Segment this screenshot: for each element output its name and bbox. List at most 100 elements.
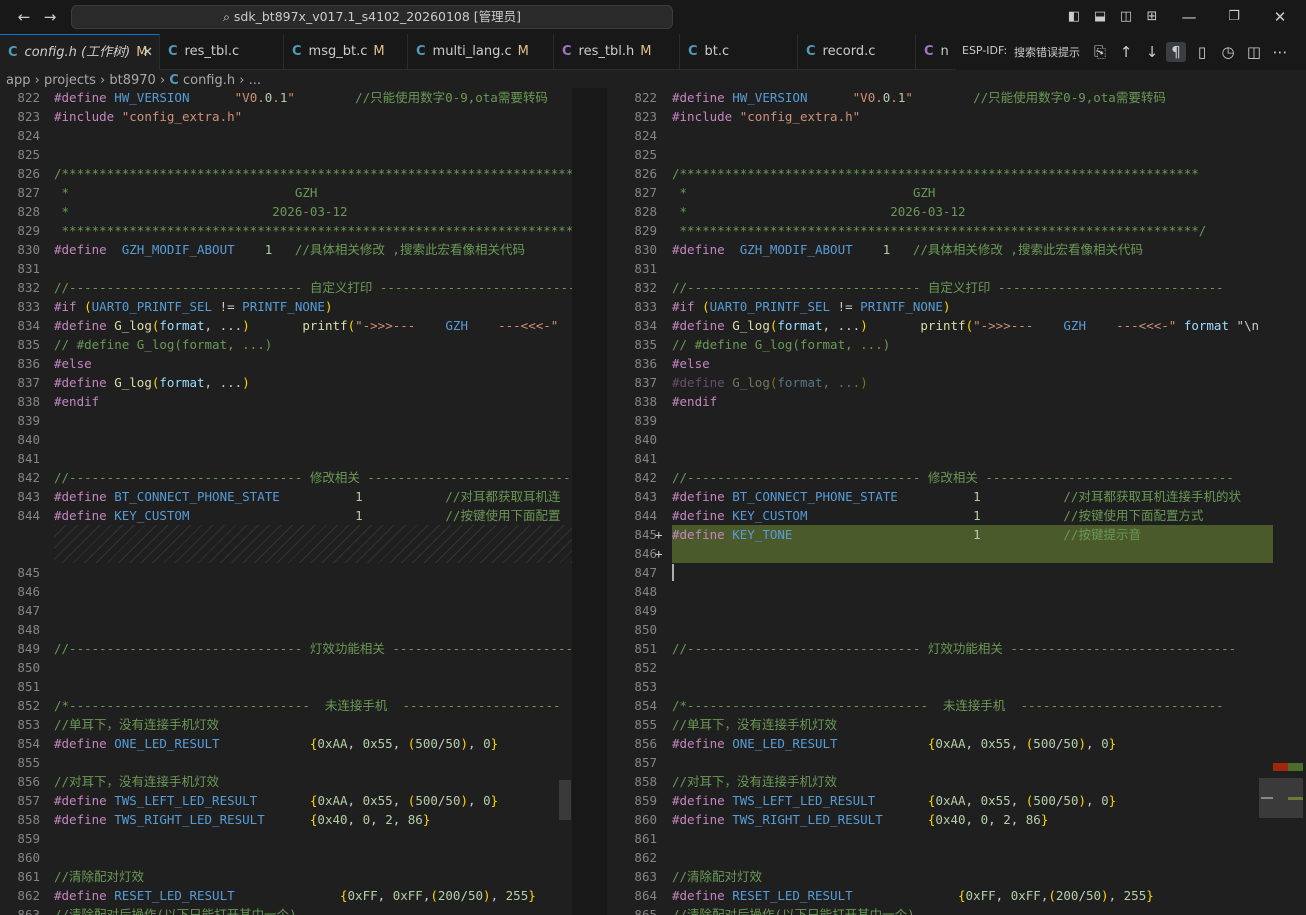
split-editor-icon[interactable]: ◫ bbox=[1244, 42, 1264, 62]
left-scrollbar-thumb[interactable] bbox=[559, 780, 571, 820]
code-line[interactable]: #define BT_CONNECT_PHONE_STATE 1 //对耳都获取… bbox=[672, 487, 1241, 506]
code-line[interactable]: //单耳下，没有连接手机灯效 bbox=[54, 715, 219, 734]
code-line[interactable]: #define KEY_CUSTOM 1 //按键使用下面配置方式 bbox=[672, 506, 1203, 525]
toggle-primary-sidebar-icon[interactable]: ◧ bbox=[1064, 7, 1084, 27]
close-window-button[interactable]: ✕ bbox=[1270, 7, 1290, 27]
line-number: 834 bbox=[634, 318, 657, 333]
breadcrumb-symbols[interactable]: ... bbox=[249, 73, 261, 88]
line-number: 860 bbox=[17, 850, 40, 865]
code-line[interactable]: #include "config_extra.h" bbox=[54, 107, 242, 126]
tab-label: record.c bbox=[822, 44, 876, 59]
code-line[interactable]: #define TWS_LEFT_LED_RESULT {0xAA, 0x55,… bbox=[672, 791, 1116, 810]
code-line[interactable]: #define KEY_TONE 1 //按键提示音 bbox=[672, 525, 1141, 544]
tab-res-tbl-h[interactable]: Cres_tbl.h M bbox=[554, 34, 680, 70]
code-line[interactable]: #define G_log(format, ...) printf("->>>-… bbox=[672, 316, 1259, 335]
code-line[interactable]: #define BT_CONNECT_PHONE_STATE 1 //对耳都获取… bbox=[54, 487, 560, 506]
code-line[interactable]: #define ONE_LED_RESULT {0xAA, 0x55, (500… bbox=[54, 734, 498, 753]
command-center-search[interactable]: ⌕ sdk_bt897x_v017.1_s4102_20260108 [管理员] bbox=[71, 5, 673, 29]
code-line[interactable]: #define G_log(format, ...) printf("->>>-… bbox=[54, 316, 558, 335]
tab-record-c[interactable]: Crecord.c bbox=[798, 34, 916, 70]
code-line[interactable]: #endif bbox=[54, 392, 99, 411]
code-line[interactable]: ****************************************… bbox=[672, 221, 1207, 240]
code-line[interactable]: #define KEY_CUSTOM 1 //按键使用下面配置 bbox=[54, 506, 560, 525]
code-line[interactable]: /*-------------------------------- 未连接手机… bbox=[54, 696, 561, 715]
previous-change-icon[interactable]: ↑ bbox=[1116, 42, 1136, 62]
overview-ruler[interactable] bbox=[1259, 88, 1306, 915]
back-arrow-icon[interactable]: ← bbox=[14, 7, 34, 27]
code-line[interactable]: #define GZH_MODIF_ABOUT 1 //具体相关修改 ,搜索此宏… bbox=[672, 240, 1143, 259]
diff-original-pane[interactable]: 822 #define HW_VERSION "V0.0.1" //只能使用数字0… bbox=[0, 88, 572, 915]
c-file-icon: C bbox=[292, 44, 302, 59]
code-line[interactable]: //清除配对后操作(以下只能打开其中一个) bbox=[54, 905, 297, 915]
code-line[interactable]: /***************************************… bbox=[54, 164, 572, 183]
tab-multi-lang-c[interactable]: Cmulti_lang.c M bbox=[408, 34, 554, 70]
code-line[interactable]: #define GZH_MODIF_ABOUT 1 //具体相关修改 ,搜索此宏… bbox=[54, 240, 525, 259]
customize-layout-icon[interactable]: ⊞ bbox=[1142, 7, 1162, 27]
tab-overflow[interactable]: Cn bbox=[916, 34, 956, 70]
code-line[interactable]: #define G_log(format, ...) bbox=[54, 373, 250, 392]
breadcrumb-file[interactable]: config.h bbox=[183, 73, 235, 88]
code-line[interactable]: #define RESET_LED_RESULT {0xFF, 0xFF,(20… bbox=[54, 886, 536, 905]
code-line[interactable]: #define TWS_RIGHT_LED_RESULT {0x40, 0, 2… bbox=[672, 810, 1048, 829]
more-actions-icon[interactable]: ⋯ bbox=[1270, 42, 1290, 62]
close-tab-icon[interactable]: ✕ bbox=[142, 35, 153, 70]
tab-bt-c[interactable]: Cbt.c bbox=[680, 34, 798, 70]
code-line[interactable]: //对耳下，没有连接手机灯效 bbox=[672, 772, 837, 791]
minimize-button[interactable]: — bbox=[1179, 7, 1199, 27]
code-line[interactable]: #define TWS_RIGHT_LED_RESULT {0x40, 0, 2… bbox=[54, 810, 430, 829]
code-line[interactable]: /***************************************… bbox=[672, 164, 1199, 183]
breadcrumb-bt8970[interactable]: bt8970 bbox=[109, 73, 155, 88]
code-line[interactable]: #if (UART0_PRINTF_SEL != PRINTF_NONE) bbox=[672, 297, 951, 316]
code-line[interactable]: #if (UART0_PRINTF_SEL != PRINTF_NONE) bbox=[54, 297, 333, 316]
forward-arrow-icon[interactable]: → bbox=[40, 7, 60, 27]
open-file-icon[interactable]: ▯ bbox=[1192, 42, 1212, 62]
code-line[interactable]: //清除配对灯效 bbox=[54, 867, 144, 886]
diff-modified-pane[interactable]: 822 #define HW_VERSION "V0.0.1" //只能使用数字0… bbox=[607, 88, 1273, 915]
open-changes-icon[interactable]: ⎘ bbox=[1090, 42, 1110, 62]
code-line[interactable]: #define G_log(format, ...) bbox=[672, 373, 868, 392]
code-line[interactable]: #define TWS_LEFT_LED_RESULT {0xAA, 0x55,… bbox=[54, 791, 498, 810]
code-line[interactable]: #define ONE_LED_RESULT {0xAA, 0x55, (500… bbox=[672, 734, 1116, 753]
code-line[interactable]: ****************************************… bbox=[54, 221, 572, 240]
code-line[interactable]: //------------------------------- 自定义打印 … bbox=[672, 278, 1224, 297]
code-line[interactable]: #endif bbox=[672, 392, 717, 411]
code-line[interactable]: //清除配对后操作(以下只能打开其中一个) bbox=[672, 905, 915, 915]
code-line[interactable]: /*-------------------------------- 未连接手机… bbox=[672, 696, 1224, 715]
code-line[interactable]: //------------------------------- 灯效功能相关… bbox=[672, 639, 1236, 658]
code-line[interactable]: #define HW_VERSION "V0.0.1" //只能使用数字0-9,… bbox=[54, 88, 548, 107]
toggle-secondary-sidebar-icon[interactable]: ◫ bbox=[1116, 7, 1136, 27]
code-line[interactable]: //------------------------------- 自定义打印 … bbox=[54, 278, 572, 297]
code-line[interactable]: //对耳下，没有连接手机灯效 bbox=[54, 772, 219, 791]
code-line[interactable]: //------------------------------- 修改相关 -… bbox=[672, 468, 1234, 487]
tab-res-tbl-c[interactable]: Cres_tbl.c bbox=[160, 34, 284, 70]
code-line[interactable]: //------------------------------- 修改相关 -… bbox=[54, 468, 572, 487]
code-line[interactable]: #define RESET_LED_RESULT {0xFF, 0xFF,(20… bbox=[672, 886, 1154, 905]
code-line[interactable]: // #define G_log(format, ...) bbox=[54, 335, 272, 354]
next-change-icon[interactable]: ↓ bbox=[1142, 42, 1162, 62]
code-line[interactable]: * GZH bbox=[54, 183, 318, 202]
code-line[interactable]: //清除配对灯效 bbox=[672, 867, 762, 886]
tab-msg-bt-c[interactable]: Cmsg_bt.c M bbox=[284, 34, 408, 70]
code-line[interactable]: #include "config_extra.h" bbox=[672, 107, 860, 126]
toggle-whitespace-icon[interactable]: ¶ bbox=[1166, 42, 1186, 62]
tab-config-h[interactable]: Cconfig.h (工作树) M ✕ bbox=[0, 34, 160, 70]
breadcrumb-app[interactable]: app bbox=[6, 73, 30, 88]
breadcrumb-projects[interactable]: projects bbox=[44, 73, 96, 88]
code-line[interactable]: * 2026-03-12 bbox=[672, 202, 966, 221]
search-error-hint-button[interactable]: 搜索错误提示 bbox=[1014, 44, 1080, 60]
timeline-icon[interactable]: ◷ bbox=[1218, 42, 1238, 62]
chevron-right-icon: › bbox=[159, 73, 166, 88]
toggle-panel-icon[interactable]: ⬓ bbox=[1090, 7, 1110, 27]
line-number: 824 bbox=[634, 128, 657, 143]
code-line[interactable]: #else bbox=[672, 354, 710, 373]
code-line[interactable]: * GZH bbox=[672, 183, 936, 202]
code-line[interactable]: #define HW_VERSION "V0.0.1" //只能使用数字0-9,… bbox=[672, 88, 1166, 107]
code-line[interactable]: * 2026-03-12 bbox=[54, 202, 348, 221]
code-line[interactable]: //单耳下，没有连接手机灯效 bbox=[672, 715, 837, 734]
restore-button[interactable]: ❐ bbox=[1224, 7, 1244, 27]
code-line[interactable]: // #define G_log(format, ...) bbox=[672, 335, 890, 354]
tab-label: res_tbl.h bbox=[578, 44, 635, 59]
code-line[interactable]: //------------------------------- 灯效功能相关… bbox=[54, 639, 572, 658]
code-line[interactable]: #else bbox=[54, 354, 92, 373]
line-number: 850 bbox=[634, 622, 657, 637]
